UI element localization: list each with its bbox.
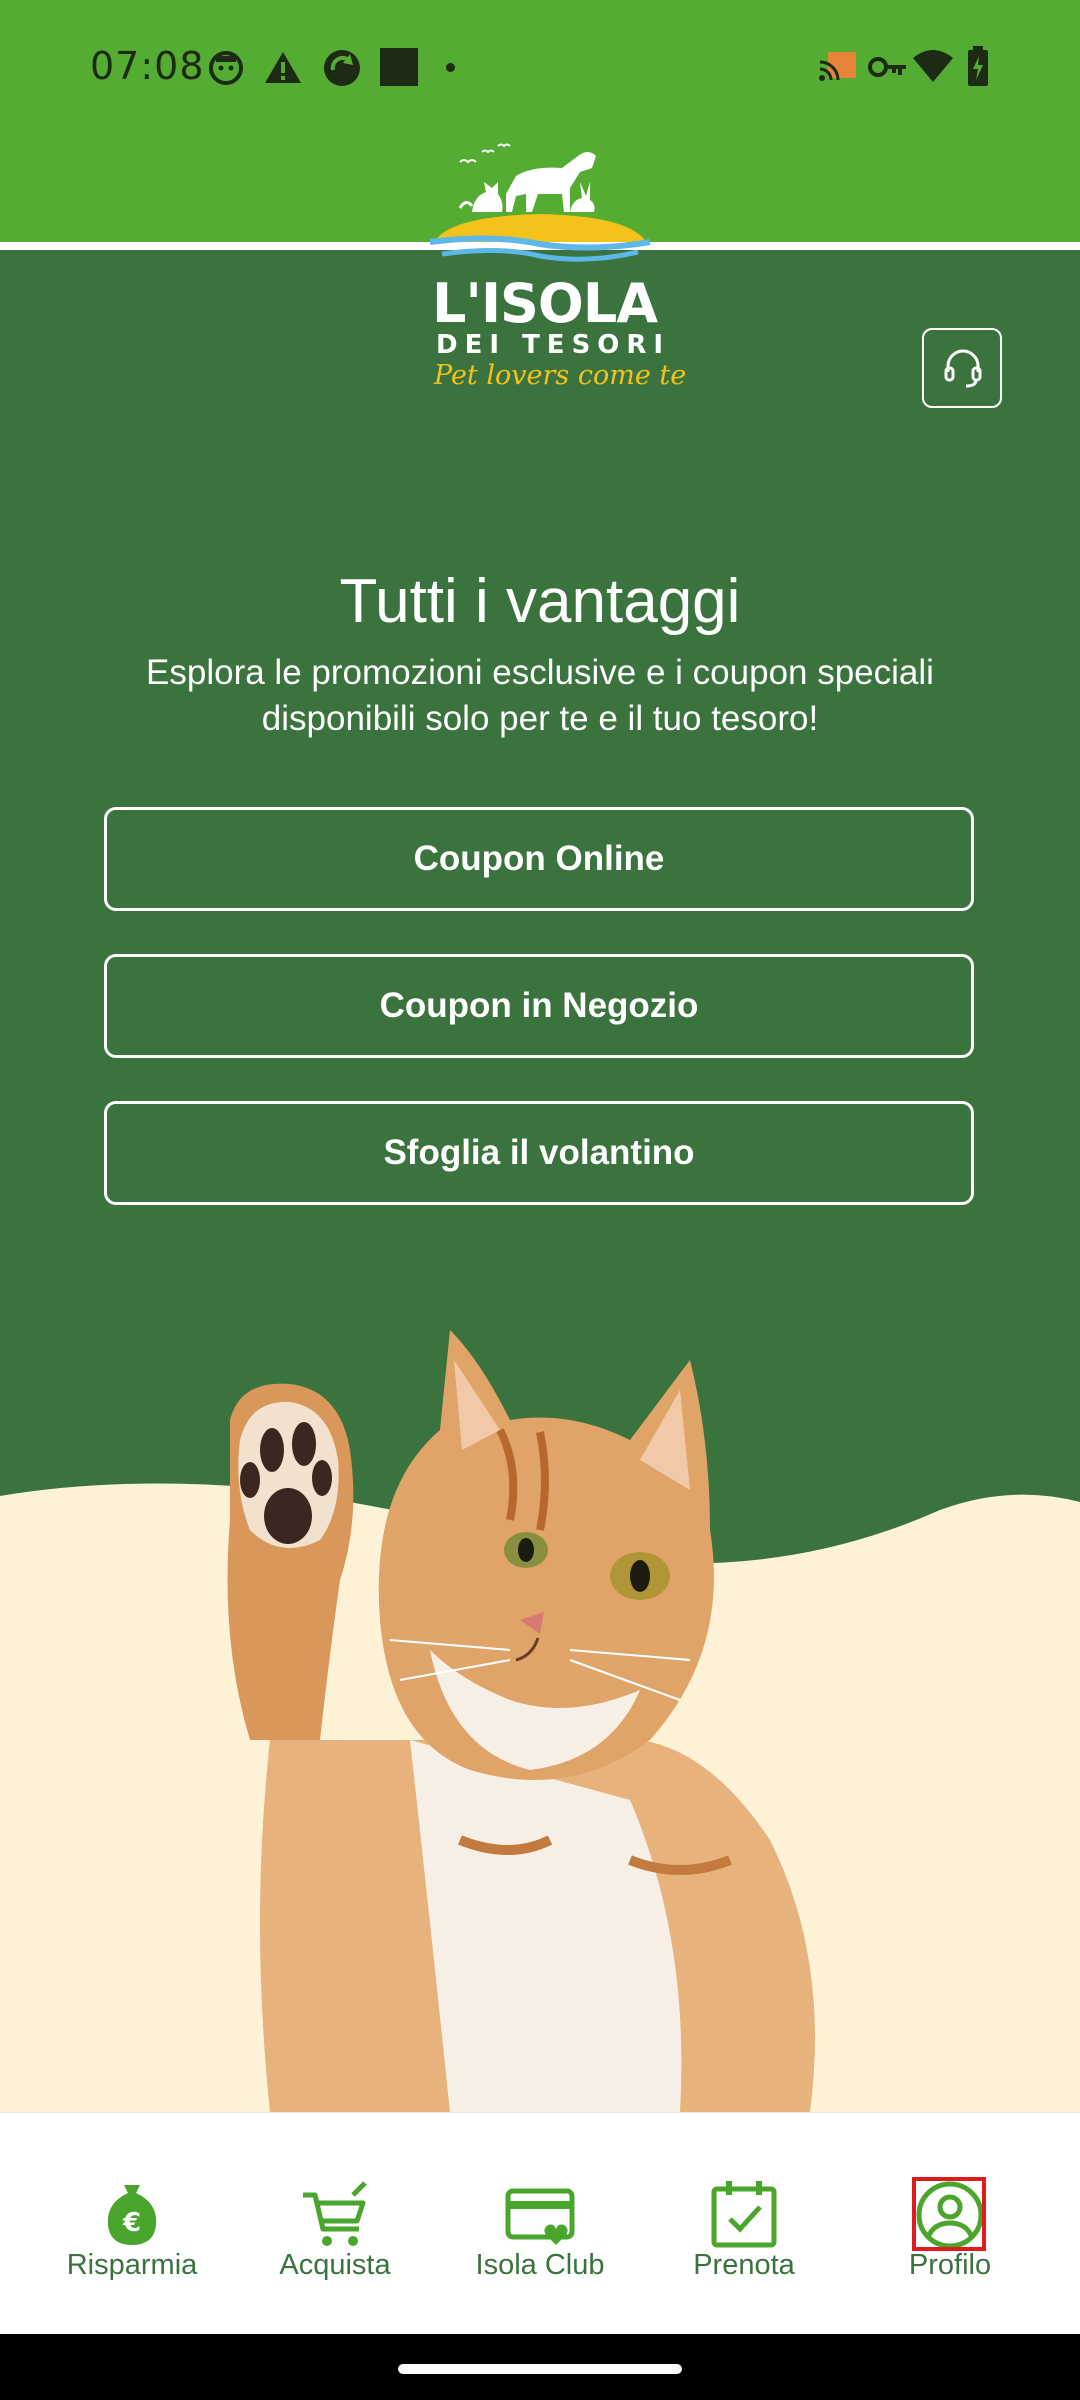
- vpn-key-icon: [868, 57, 906, 77]
- nav-label: Isola Club: [475, 2249, 605, 2281]
- brand-tagline: Pet lovers come te: [434, 360, 687, 391]
- svg-text:€: €: [122, 2208, 141, 2238]
- nav-item-prenota[interactable]: Prenota: [636, 2113, 852, 2335]
- coupon-in-store-button[interactable]: Coupon in Negozio: [104, 954, 974, 1058]
- sync-icon: [324, 50, 360, 86]
- wifi-icon: [913, 50, 953, 82]
- nav-item-isola-club[interactable]: Isola Club: [432, 2113, 648, 2335]
- page-title: Tutti i vantaggi: [339, 567, 741, 636]
- face-icon: [209, 51, 243, 85]
- brand-subname: DEI TESORI: [436, 330, 671, 360]
- cat-illustration: [227, 1330, 815, 2112]
- headset-icon: [944, 349, 982, 388]
- cart-icon: [303, 2181, 367, 2246]
- warning-icon: [265, 52, 301, 83]
- nav-label: Profilo: [908, 2249, 992, 2281]
- bottom-navigation: € Risparmia Acquista Isola Club Prenota: [0, 2112, 1080, 2334]
- coupon-online-button[interactable]: Coupon Online: [104, 807, 974, 911]
- home-gesture-handle[interactable]: [398, 2364, 682, 2374]
- nav-label: Risparmia: [66, 2249, 198, 2281]
- nav-label: Prenota: [693, 2249, 795, 2281]
- brand-name: L'ISOLA: [432, 272, 658, 335]
- status-time: 07:08: [90, 44, 205, 88]
- card-heart-icon: [505, 2188, 575, 2245]
- nav-item-risparmia[interactable]: € Risparmia: [24, 2113, 240, 2335]
- nav-label: Acquista: [279, 2249, 391, 2281]
- customer-support-button[interactable]: [922, 328, 1002, 408]
- dot-icon: [446, 63, 455, 72]
- system-navigation-bar: [0, 2334, 1080, 2400]
- profile-highlight-box: [912, 2177, 986, 2251]
- square-icon: [380, 48, 418, 86]
- page-subtitle: Esplora le promozioni esclusive e i coup…: [146, 653, 934, 738]
- nav-item-profilo[interactable]: Profilo: [842, 2113, 1058, 2335]
- status-bar: 07:08: [0, 0, 1080, 140]
- nav-item-acquista[interactable]: Acquista: [227, 2113, 443, 2335]
- cast-icon: [819, 52, 856, 81]
- calendar-check-icon: [711, 2181, 777, 2248]
- euro-bag-icon: €: [107, 2185, 157, 2245]
- flyer-button[interactable]: Sfoglia il volantino: [104, 1101, 974, 1205]
- battery-charging-icon: [968, 46, 988, 86]
